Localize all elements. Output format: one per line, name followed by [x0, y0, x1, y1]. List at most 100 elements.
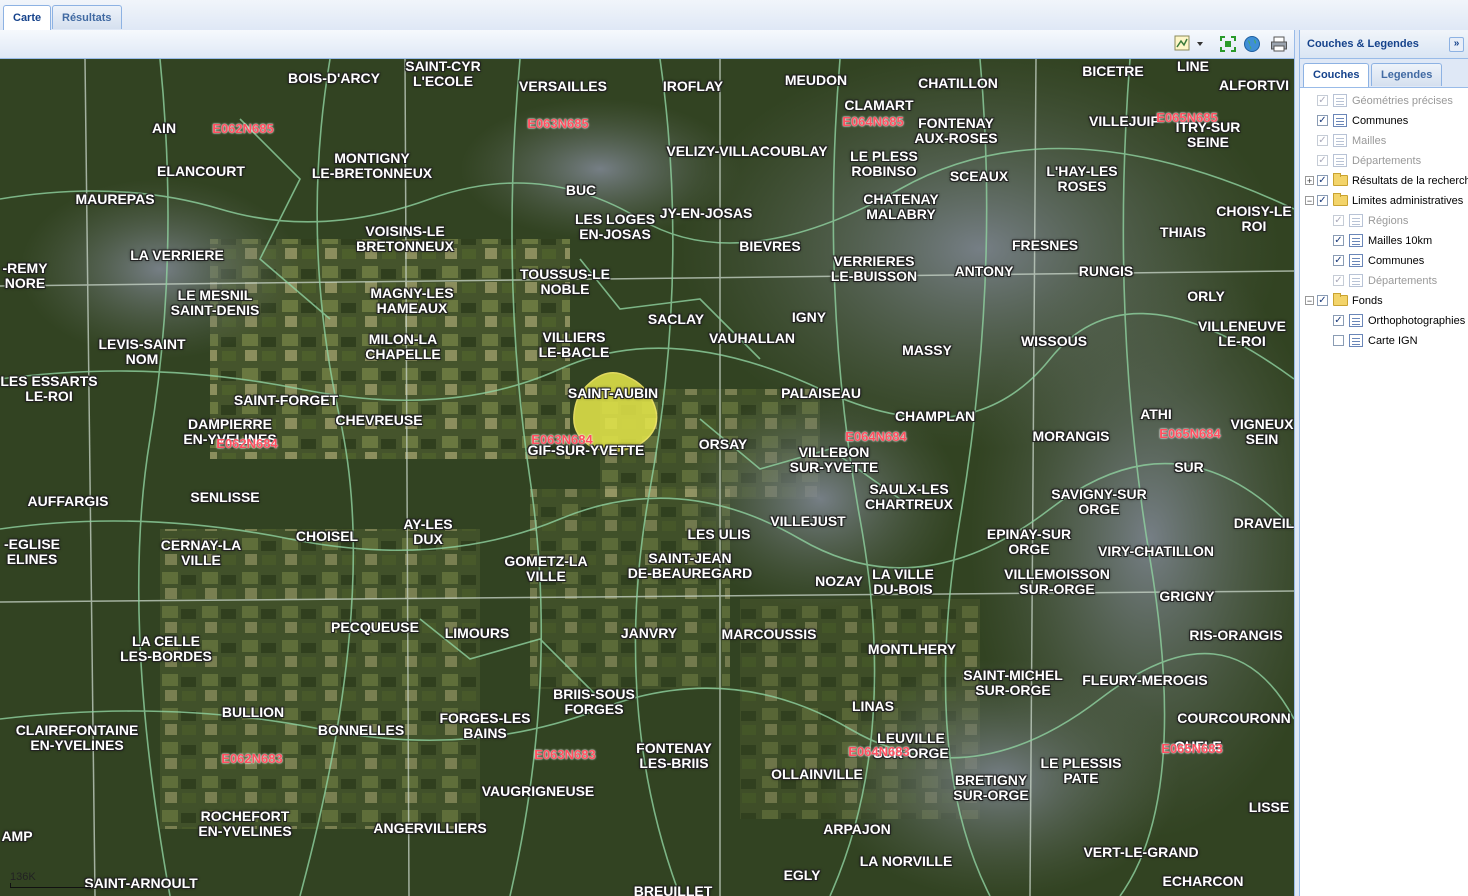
layer-tree-item[interactable]: ✓ Départements — [1300, 271, 1468, 291]
layer-checkbox[interactable]: ✓ — [1317, 175, 1328, 186]
town-label: MEUDON — [784, 72, 848, 88]
town-label: VERRIERES LE-BUISSON — [830, 253, 918, 284]
layer-tree-item[interactable]: ✓ Régions — [1300, 211, 1468, 231]
town-label: FLEURY-MEROGIS — [1082, 672, 1208, 688]
layer-label: Orthophotographies — [1368, 315, 1466, 327]
layer-label: Mailles — [1352, 135, 1387, 147]
globe-icon[interactable] — [1243, 35, 1261, 53]
layer-checkbox[interactable]: ✓ — [1333, 275, 1344, 286]
town-label: VILLEMOISSON SUR-ORGE — [1004, 566, 1110, 597]
grid-cell-label: E065N683 — [1161, 741, 1223, 756]
town-label: IGNY — [791, 309, 827, 325]
town-label: SAVIGNY-SUR ORGE — [1051, 486, 1147, 517]
collapse-icon[interactable]: » — [1449, 37, 1464, 52]
layer-label: Communes — [1352, 115, 1409, 127]
dropdown-arrow-icon[interactable] — [1195, 35, 1205, 53]
grid-cell-label: E065N684 — [1159, 426, 1221, 441]
layer-checkbox[interactable]: ✓ — [1317, 135, 1328, 146]
town-label: VILLENEUVE LE-ROI — [1198, 318, 1286, 349]
layer-tree-item[interactable]: + ✓ Résultats de la recherch — [1300, 171, 1468, 191]
town-label: SACLAY — [647, 311, 705, 327]
town-label: VOISINS-LE BRETONNEUX — [356, 223, 454, 254]
town-label: MAUREPAS — [75, 191, 155, 207]
layer-label: Mailles 10km — [1368, 235, 1433, 247]
town-label: AY-LES DUX — [403, 516, 453, 547]
town-label: BUC — [565, 182, 597, 198]
town-label: THIAIS — [1160, 224, 1206, 240]
town-label: BICETRE — [1082, 63, 1144, 79]
town-label: MONTIGNY LE-BRETONNEUX — [311, 150, 433, 181]
town-label: VERSAILLES — [519, 78, 607, 94]
layer-checkbox[interactable]: ✓ — [1317, 295, 1328, 306]
layer-tree-item[interactable]: ✓ Communes — [1300, 251, 1468, 271]
layer-checkbox[interactable]: ✓ — [1317, 155, 1328, 166]
layer-checkbox[interactable]: ✓ — [1317, 115, 1328, 126]
layer-tree-item[interactable]: ✓ Orthophotographies — [1300, 311, 1468, 331]
expand-icon[interactable]: + — [1305, 176, 1314, 186]
layer-label: Départements — [1368, 275, 1438, 287]
town-label: VILLIERS LE-BACLE — [538, 329, 610, 360]
map-canvas[interactable]: BOIS-D'ARCY SAINT-CYR L'ECOLE VERSAILLES… — [0, 59, 1294, 896]
layer-tree-item[interactable]: ✓ Mailles — [1300, 131, 1468, 151]
layer-tree-item[interactable]: ✓ Mailles 10km — [1300, 231, 1468, 251]
layer-checkbox[interactable]: ✓ — [1333, 215, 1344, 226]
town-label: LE PLESS ROBINSO — [850, 148, 918, 179]
grid-cell-label: E063N683 — [534, 747, 596, 762]
tab-carte[interactable]: Carte — [3, 5, 52, 30]
town-label: -EGLISE ELINES — [3, 536, 61, 567]
layer-tree-item[interactable]: − ✓ Fonds — [1300, 291, 1468, 311]
folder-icon — [1333, 173, 1348, 186]
grid-cell-label: E062N684 — [216, 436, 278, 451]
town-label: OLLAINVILLE — [771, 766, 863, 782]
collapse-node-icon[interactable]: − — [1305, 296, 1314, 306]
town-label: ROCHEFORT EN-YVELINES — [198, 808, 292, 839]
layer-icon — [1349, 334, 1363, 347]
layer-tree-item[interactable]: ✓ Départements — [1300, 151, 1468, 171]
layer-tree-item[interactable]: Carte IGN — [1300, 331, 1468, 351]
scale-bar — [10, 883, 91, 888]
tab-couches[interactable]: Couches — [1303, 63, 1370, 87]
layer-tree-item[interactable]: ✓ Géométries précises — [1300, 91, 1468, 111]
layer-checkbox[interactable] — [1333, 335, 1344, 346]
town-label: ALFORTVI — [1219, 77, 1289, 93]
tab-resultats[interactable]: Résultats — [52, 5, 122, 29]
tab-legendes[interactable]: Legendes — [1371, 63, 1443, 86]
town-label: VILLEJUIF — [1088, 113, 1160, 129]
print-icon[interactable] — [1270, 35, 1288, 53]
town-label: TOUSSUS-LE NOBLE — [520, 266, 610, 297]
grid-cell-label: E063N684 — [531, 432, 593, 447]
town-label: PECQUEUSE — [331, 619, 419, 635]
town-label: MASSY — [902, 342, 952, 358]
town-label: SCEAUX — [949, 168, 1009, 184]
layer-checkbox[interactable]: ✓ — [1317, 195, 1328, 206]
zoom-extent-icon[interactable] — [1219, 35, 1237, 53]
layer-icon — [1349, 214, 1363, 227]
collapse-node-icon[interactable]: − — [1305, 196, 1314, 206]
layers-panel-title: Couches & Legendes — [1307, 38, 1419, 50]
town-label: SENLISSE — [190, 489, 260, 505]
map-style-icon[interactable] — [1174, 35, 1192, 53]
layer-label: Résultats de la recherch — [1352, 175, 1468, 187]
grid-cell-label: E063N685 — [527, 116, 589, 131]
layer-label: Fonds — [1352, 295, 1383, 307]
layer-checkbox[interactable]: ✓ — [1333, 235, 1344, 246]
town-label: CHATILLON — [918, 75, 998, 91]
town-label: PALAISEAU — [781, 385, 861, 401]
layers-panel: Couches & Legendes » Couches Legendes ✓ G… — [1299, 30, 1468, 896]
town-label: ORLY — [1187, 288, 1225, 304]
main-tab-bar: Carte Résultats — [0, 0, 1468, 31]
town-label: BIEVRES — [739, 238, 801, 254]
town-label: LA VERRIERE — [130, 247, 224, 263]
layer-tree-item[interactable]: − ✓ Limites administratives — [1300, 191, 1468, 211]
layer-checkbox[interactable]: ✓ — [1333, 255, 1344, 266]
town-label: CHOISY-LE ROI — [1216, 203, 1292, 234]
town-label: MILON-LA CHAPELLE — [365, 331, 441, 362]
town-label: CHOISEL — [295, 528, 359, 544]
layer-tree-item[interactable]: ✓ Communes — [1300, 111, 1468, 131]
town-label: LES ESSARTS LE-ROI — [0, 373, 98, 404]
town-label: EPINAY-SUR ORGE — [986, 526, 1072, 557]
layer-checkbox[interactable]: ✓ — [1317, 95, 1328, 106]
town-label: LA VILLE DU-BOIS — [872, 566, 934, 597]
layer-checkbox[interactable]: ✓ — [1333, 315, 1344, 326]
grid-cell-label: E064N683 — [848, 744, 910, 759]
